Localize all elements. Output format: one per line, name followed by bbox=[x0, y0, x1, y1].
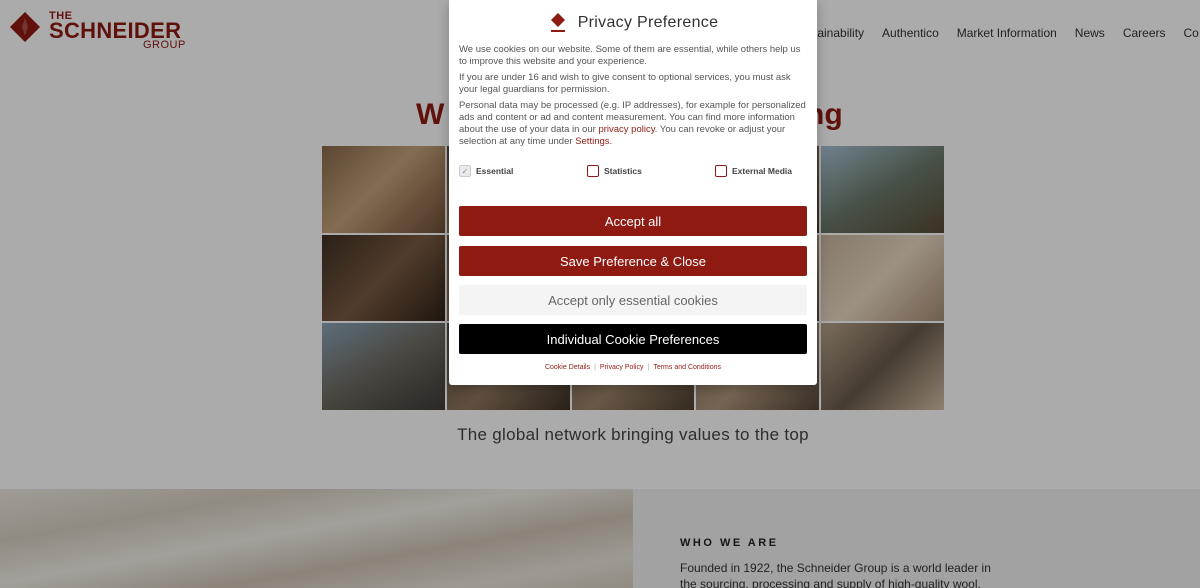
consent-paragraph-3: Personal data may be processed (e.g. IP … bbox=[459, 100, 809, 148]
dialog-description: We use cookies on our website. Some of t… bbox=[459, 44, 809, 152]
cookie-details-link[interactable]: Cookie Details bbox=[545, 364, 590, 371]
statistics-checkbox[interactable]: Statistics bbox=[587, 165, 642, 177]
link-separator: | bbox=[647, 364, 650, 371]
individual-cookie-preferences-button[interactable]: Individual Cookie Preferences bbox=[459, 324, 807, 354]
dialog-footer-links: Cookie Details | Privacy Policy | Terms and … bbox=[449, 364, 817, 371]
privacy-preference-dialog: Privacy Preference We use cookies on our… bbox=[449, 0, 817, 385]
external-media-checkbox[interactable]: External Media bbox=[715, 165, 792, 177]
consent-text-part-c: . bbox=[609, 136, 613, 147]
checkmark-icon: ✓ bbox=[459, 165, 471, 177]
accept-all-button[interactable]: Accept all bbox=[459, 206, 807, 236]
consent-paragraph-2: If you are under 16 and wish to give con… bbox=[459, 72, 791, 95]
checkbox-icon[interactable] bbox=[587, 165, 599, 177]
dialog-header: Privacy Preference bbox=[449, 10, 817, 36]
essential-label: Essential bbox=[476, 166, 514, 176]
link-separator: | bbox=[594, 364, 596, 371]
external-media-label[interactable]: External Media bbox=[732, 166, 792, 176]
consent-paragraph-1: We use cookies on our website. Some of t… bbox=[459, 44, 801, 67]
save-preference-close-button[interactable]: Save Preference & Close bbox=[459, 246, 807, 276]
statistics-label[interactable]: Statistics bbox=[604, 166, 642, 176]
settings-link[interactable]: Settings bbox=[575, 136, 609, 147]
essential-checkbox: ✓ Essential bbox=[459, 165, 513, 177]
privacy-policy-footer-link[interactable]: Privacy Policy bbox=[600, 364, 644, 371]
privacy-policy-link[interactable]: privacy policy bbox=[598, 124, 654, 135]
dialog-title: Privacy Preference bbox=[577, 14, 719, 31]
accept-essential-only-button[interactable]: Accept only essential cookies bbox=[459, 285, 807, 315]
consent-checkbox-group: ✓ Essential Statistics External Media bbox=[459, 165, 809, 181]
schneider-logo-icon bbox=[550, 13, 565, 32]
terms-conditions-link[interactable]: Terms and Conditions bbox=[653, 364, 721, 371]
checkbox-icon[interactable] bbox=[715, 165, 727, 177]
